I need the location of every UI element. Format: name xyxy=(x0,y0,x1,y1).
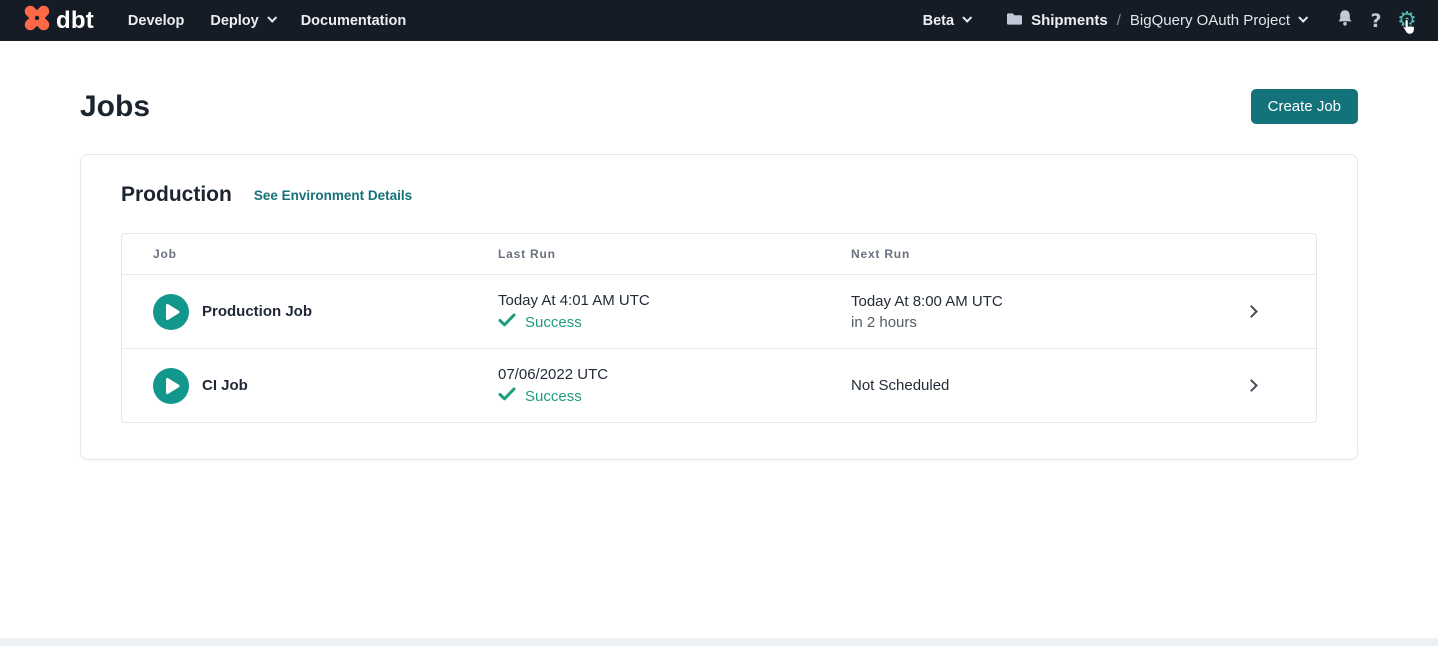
job-cell: CI Job xyxy=(153,368,498,404)
jobs-table-header: Job Last Run Next Run xyxy=(122,234,1316,274)
folder-icon xyxy=(1006,12,1023,30)
column-header-last-run: Last Run xyxy=(498,247,851,261)
gear-icon: ⚙ xyxy=(1397,10,1417,32)
environment-card: Production See Environment Details Job L… xyxy=(80,154,1358,460)
navbar-right: Beta Shipments / BigQuery OAuth Project xyxy=(923,6,1420,36)
beta-dropdown[interactable]: Beta xyxy=(923,13,970,29)
environment-name: Production xyxy=(121,183,232,207)
job-cell: Production Job xyxy=(153,294,498,330)
question-mark-icon: ? xyxy=(1370,10,1381,32)
nav-item-develop[interactable]: Develop xyxy=(128,13,184,29)
last-run-cell: Today At 4:01 AM UTC Success xyxy=(498,292,851,331)
help-button[interactable]: ? xyxy=(1363,6,1389,36)
row-chevron-cell xyxy=(1211,307,1285,316)
next-run-cell: Today At 8:00 AM UTC in 2 hours xyxy=(851,293,1211,331)
last-run-time: Today At 4:01 AM UTC xyxy=(498,292,851,309)
nav-item-develop-label: Develop xyxy=(128,13,184,29)
breadcrumb-separator: / xyxy=(1117,12,1121,29)
dbt-logo[interactable]: dbt xyxy=(22,3,94,38)
job-name: Production Job xyxy=(202,303,312,320)
chevron-down-icon xyxy=(267,13,277,23)
status-label: Success xyxy=(525,314,582,331)
last-run-time: 07/06/2022 UTC xyxy=(498,366,851,383)
table-row-ci-job[interactable]: CI Job 07/06/2022 UTC Success Not Sch xyxy=(122,348,1316,422)
environment-header: Production See Environment Details xyxy=(121,183,1317,207)
top-navbar: dbt Develop Deploy Documentation Beta xyxy=(0,0,1438,41)
page-title: Jobs xyxy=(80,90,150,124)
create-job-button[interactable]: Create Job xyxy=(1251,89,1358,124)
chevron-down-icon xyxy=(1298,13,1308,23)
bell-icon xyxy=(1336,9,1354,33)
job-name: CI Job xyxy=(202,377,248,394)
chevron-right-icon[interactable] xyxy=(1245,305,1258,318)
column-header-job: Job xyxy=(153,247,498,261)
notifications-bell-button[interactable] xyxy=(1332,6,1358,36)
last-run-status: Success xyxy=(498,387,851,405)
breadcrumb-project-dropdown[interactable]: BigQuery OAuth Project xyxy=(1130,12,1306,29)
see-environment-details-link[interactable]: See Environment Details xyxy=(254,188,412,203)
chevron-down-icon xyxy=(962,13,972,23)
breadcrumb: Shipments / BigQuery OAuth Project xyxy=(1006,12,1306,30)
nav-item-deploy[interactable]: Deploy xyxy=(210,13,274,29)
run-job-play-button[interactable] xyxy=(153,294,189,330)
table-row-production-job[interactable]: Production Job Today At 4:01 AM UTC Succ… xyxy=(122,274,1316,348)
page-header: Jobs Create Job xyxy=(80,89,1358,124)
nav-item-deploy-label: Deploy xyxy=(210,13,258,29)
next-run-note: in 2 hours xyxy=(851,314,1211,331)
status-label: Success xyxy=(525,388,582,405)
nav-item-documentation-label: Documentation xyxy=(301,13,407,29)
last-run-status: Success xyxy=(498,313,851,331)
bottom-scrollbar-track[interactable] xyxy=(0,638,1438,646)
next-run-cell: Not Scheduled xyxy=(851,377,1211,394)
checkmark-icon xyxy=(498,313,516,331)
breadcrumb-project-label: BigQuery OAuth Project xyxy=(1130,12,1290,29)
breadcrumb-account[interactable]: Shipments xyxy=(1006,12,1108,30)
nav-links: Develop Deploy Documentation xyxy=(128,13,406,29)
chevron-right-icon[interactable] xyxy=(1245,379,1258,392)
beta-label: Beta xyxy=(923,13,954,29)
next-run-time: Today At 8:00 AM UTC xyxy=(851,293,1211,310)
last-run-cell: 07/06/2022 UTC Success xyxy=(498,366,851,405)
column-header-next-run: Next Run xyxy=(851,247,1211,261)
dbt-logo-icon xyxy=(22,3,52,38)
next-run-time: Not Scheduled xyxy=(851,377,1211,394)
settings-gear-button[interactable]: ⚙ xyxy=(1394,6,1420,36)
nav-item-documentation[interactable]: Documentation xyxy=(301,13,407,29)
run-job-play-button[interactable] xyxy=(153,368,189,404)
dbt-logo-text: dbt xyxy=(56,9,94,33)
breadcrumb-account-label: Shipments xyxy=(1031,12,1108,29)
jobs-table: Job Last Run Next Run Production Job Tod… xyxy=(121,233,1317,423)
row-chevron-cell xyxy=(1211,381,1285,390)
main-content: Jobs Create Job Production See Environme… xyxy=(0,89,1438,460)
checkmark-icon xyxy=(498,387,516,405)
